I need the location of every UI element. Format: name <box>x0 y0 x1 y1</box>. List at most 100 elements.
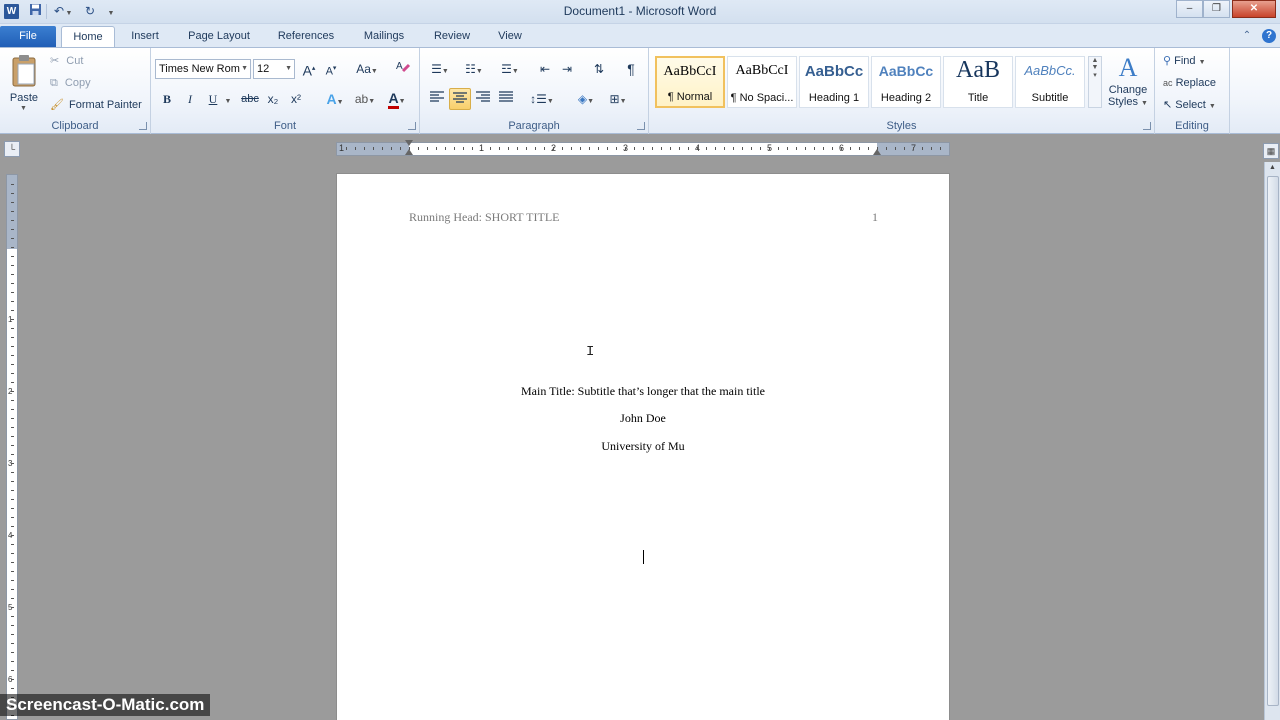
change-styles-button[interactable]: A Change Styles ▼ <box>1105 52 1151 118</box>
minimize-ribbon-icon[interactable]: ⌃ <box>1241 30 1253 42</box>
vertical-ruler-tick <box>11 589 14 590</box>
styles-launcher-icon[interactable] <box>1143 122 1151 130</box>
copy-button[interactable]: ⧉ Copy <box>50 73 91 93</box>
shrink-font-button[interactable]: A▾ <box>320 58 342 80</box>
ruler-tick <box>535 147 536 150</box>
page-number[interactable]: 1 <box>872 210 878 225</box>
italic-button[interactable]: I <box>179 88 201 110</box>
institution-line[interactable]: University of Mu <box>337 439 949 454</box>
horizontal-ruler[interactable]: 1 1 2 3 4 5 6 7 <box>336 140 950 156</box>
strikethrough-button[interactable]: abc <box>237 88 263 110</box>
paragraph-launcher-icon[interactable] <box>637 122 645 130</box>
close-button[interactable]: ✕ <box>1232 0 1276 18</box>
right-indent-marker[interactable] <box>873 149 881 155</box>
ruler-tick <box>454 147 455 150</box>
vertical-ruler-tick <box>11 535 14 536</box>
font-name-dropdown-icon[interactable]: ▼ <box>241 60 248 78</box>
underline-dropdown-icon[interactable]: ▼ <box>223 88 233 110</box>
help-icon[interactable]: ? <box>1262 29 1276 43</box>
font-size-dropdown-icon[interactable]: ▼ <box>285 60 292 78</box>
sort-icon[interactable]: ⇅ <box>588 58 610 80</box>
tab-view[interactable]: View <box>490 26 530 48</box>
font-size-combo[interactable]: 12 ▼ <box>253 59 295 79</box>
text-effects-button[interactable]: A▼ <box>321 88 349 110</box>
format-painter-button[interactable]: 🖌 Format Painter <box>50 95 142 115</box>
tab-home[interactable]: Home <box>61 26 115 48</box>
ruler-tick <box>706 147 707 150</box>
grow-font-button[interactable]: A▴ <box>298 58 320 80</box>
borders-button[interactable]: ⊞▼ <box>604 88 632 110</box>
shading-button[interactable]: ◈▼ <box>572 88 600 110</box>
subscript-button[interactable]: x₂ <box>262 88 284 110</box>
scroll-up-icon[interactable]: ▲ <box>1269 164 1276 171</box>
align-left-icon[interactable] <box>426 88 448 110</box>
select-button[interactable]: ↖ Select ▼ <box>1163 95 1216 115</box>
bullets-button[interactable]: ☰▼ <box>426 58 454 80</box>
running-head[interactable]: Running Head: SHORT TITLE <box>409 210 560 225</box>
multilevel-list-button[interactable]: ☲▼ <box>494 58 526 80</box>
restore-button[interactable]: ❐ <box>1203 0 1230 18</box>
paste-button[interactable]: Paste ▼ <box>4 52 44 114</box>
ruler-tick <box>499 147 500 150</box>
cut-icon: ✂ <box>50 55 60 67</box>
tab-file[interactable]: File <box>0 26 56 48</box>
tab-review[interactable]: Review <box>424 26 480 48</box>
find-button[interactable]: ⚲ Find ▼ <box>1163 51 1206 71</box>
ruler-tick <box>625 147 626 150</box>
change-case-button[interactable]: Aa▼ <box>353 58 381 80</box>
ruler-tick <box>796 147 797 150</box>
tab-insert[interactable]: Insert <box>122 26 168 48</box>
vertical-ruler-tick <box>11 616 14 617</box>
align-right-icon[interactable] <box>472 88 494 110</box>
underline-button[interactable]: U <box>202 88 224 110</box>
first-line-indent-marker[interactable] <box>405 140 413 146</box>
vertical-ruler-tick <box>11 220 14 221</box>
tab-mailings[interactable]: Mailings <box>354 26 414 48</box>
justify-icon[interactable] <box>495 88 517 110</box>
vertical-scrollbar[interactable]: ▲ <box>1264 162 1280 720</box>
style-no-spacing[interactable]: AaBbCcI ¶ No Spaci... <box>727 56 797 108</box>
title-line[interactable]: Main Title: Subtitle that’s longer that … <box>337 384 949 399</box>
paste-dropdown-icon[interactable]: ▼ <box>20 105 27 112</box>
style-heading-1[interactable]: AaBbCc Heading 1 <box>799 56 869 108</box>
style-heading-2[interactable]: AaBbCc Heading 2 <box>871 56 941 108</box>
minimize-button[interactable]: – <box>1176 0 1203 18</box>
show-marks-button[interactable]: ¶ <box>620 58 642 80</box>
ruler-tick <box>787 147 788 150</box>
ruler-tick <box>445 147 446 150</box>
increase-indent-icon[interactable]: ⇥ <box>556 58 578 80</box>
scroll-thumb[interactable] <box>1267 176 1279 706</box>
vertical-ruler-tick <box>11 571 14 572</box>
line-spacing-button[interactable]: ↕☰▼ <box>528 88 556 110</box>
style-title[interactable]: AaB Title <box>943 56 1013 108</box>
decrease-indent-icon[interactable]: ⇤ <box>534 58 556 80</box>
tab-page-layout[interactable]: Page Layout <box>180 26 258 48</box>
bold-button[interactable]: B <box>156 88 178 110</box>
vertical-ruler-tick <box>11 517 14 518</box>
ruler-tick <box>580 147 581 150</box>
highlight-button[interactable]: ab▼ <box>351 88 379 110</box>
superscript-button[interactable]: x² <box>285 88 307 110</box>
font-group: Times New Rom ▼ 12 ▼ A▴ A▾ Aa▼ A B I U ▼… <box>151 48 420 134</box>
ruler-tick <box>913 147 914 150</box>
author-line[interactable]: John Doe <box>337 411 949 426</box>
style-subtitle[interactable]: AaBbCc. Subtitle <box>1015 56 1085 108</box>
clear-formatting-icon[interactable]: A <box>392 58 414 80</box>
font-launcher-icon[interactable] <box>408 122 416 130</box>
replace-button[interactable]: ac Replace <box>1163 73 1216 93</box>
document-page[interactable]: Running Head: SHORT TITLE 1 I Main Title… <box>336 173 950 720</box>
tab-references[interactable]: References <box>270 26 342 48</box>
hanging-indent-marker[interactable] <box>405 149 413 155</box>
tab-selector-icon[interactable]: └ <box>4 141 20 157</box>
view-ruler-icon[interactable]: ▦ <box>1263 143 1279 159</box>
align-center-icon[interactable] <box>449 88 471 110</box>
ruler-tick <box>823 147 824 150</box>
vertical-ruler[interactable]: 1 2 3 4 5 6 <box>6 174 18 720</box>
cut-button[interactable]: ✂ Cut <box>50 51 83 71</box>
numbering-button[interactable]: ☷▼ <box>458 58 490 80</box>
clipboard-launcher-icon[interactable] <box>139 122 147 130</box>
font-color-button[interactable]: A▼ <box>383 88 411 110</box>
font-name-combo[interactable]: Times New Rom ▼ <box>155 59 251 79</box>
style-normal[interactable]: AaBbCcI ¶ Normal <box>655 56 725 108</box>
styles-gallery-scroll[interactable]: ▲ ▼ ▾ <box>1088 56 1102 108</box>
